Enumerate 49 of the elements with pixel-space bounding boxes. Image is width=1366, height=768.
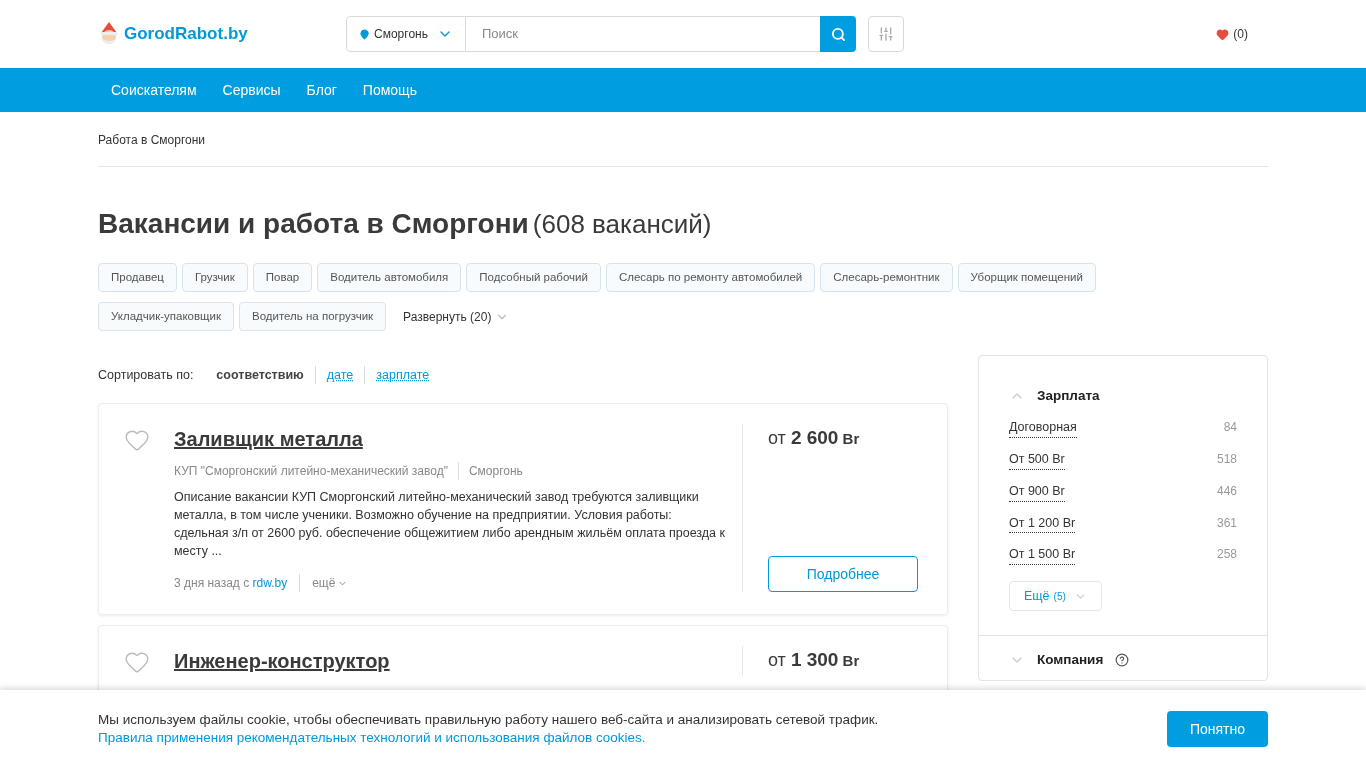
salary: от 1 300 Br [768, 648, 861, 672]
tag-chip[interactable]: Водитель на погрузчик [239, 302, 387, 331]
filter-header[interactable]: Компания [1009, 650, 1130, 671]
tag-chip[interactable]: Уборщик помещений [957, 263, 1096, 292]
more-button[interactable]: ещё [300, 574, 349, 592]
filters-button[interactable] [868, 16, 904, 52]
vacancy-title[interactable]: Инженер-конструктор [174, 650, 390, 672]
search-button[interactable] [820, 16, 856, 52]
expand-button[interactable]: Развернуть (20) [391, 302, 522, 331]
filter-count: 258 [1216, 546, 1237, 564]
vacancy-count: (608 вакансий) [532, 208, 712, 241]
filter-count: 361 [1216, 514, 1237, 532]
company-name[interactable]: КУП "Сморгонский литейно-механический завод" [174, 462, 459, 480]
filter-option[interactable]: От 1 500 Br [1009, 545, 1076, 565]
tag-chip[interactable]: Подсобный рабочий [466, 263, 601, 292]
vacancy-city: Сморгонь [467, 463, 523, 480]
cookie-text: Мы используем файлы cookie, чтобы обеспечивать правильную работу нашего веб-сайта и анализировать сетевой трафик. [98, 711, 879, 729]
tag-chip[interactable]: Грузчик [181, 263, 248, 292]
help-icon[interactable] [1115, 653, 1130, 668]
page-title: Вакансии и работа в Сморгони [98, 207, 529, 241]
filter-option[interactable]: От 1 200 Br [1009, 513, 1076, 534]
filter-option[interactable]: От 900 Br [1009, 481, 1065, 502]
tag-chip[interactable]: Продавец [98, 263, 177, 292]
filter-option[interactable]: Договорная [1009, 418, 1077, 438]
sliders-icon [878, 26, 894, 42]
filter-header[interactable]: Зарплата [1009, 386, 1100, 407]
tag-chip[interactable]: Повар [252, 263, 313, 292]
salary: от 2 600 Br [768, 426, 861, 450]
filter-option[interactable]: От 500 Br [1009, 450, 1065, 470]
filter-count: 446 [1216, 482, 1237, 500]
breadcrumb[interactable]: Работа в Сморгони [98, 133, 206, 147]
tag-chip[interactable]: Слесарь по ремонту автомобилей [605, 263, 816, 292]
search-icon [830, 26, 846, 42]
filter-count: 518 [1216, 451, 1237, 468]
santa-logo-icon [98, 21, 120, 47]
tag-chip[interactable]: Водитель автомобиля [317, 263, 462, 292]
tag-chip[interactable]: Укладчик-упаковщик [98, 302, 234, 331]
city-select[interactable]: Сморгонь [346, 16, 466, 52]
posted-info: 3 дня назад с rdw.by [174, 574, 301, 592]
filter-count: 84 [1223, 419, 1237, 437]
sort-option[interactable]: соответствию [205, 365, 315, 385]
sort-label: Сортировать по: [98, 366, 194, 384]
location-pin-icon [359, 28, 370, 40]
vacancy-title[interactable]: Заливщик металла [174, 428, 363, 450]
heart-icon[interactable] [1216, 27, 1230, 41]
vacancy-description: Описание вакансии КУП Сморгонский литейно-механический завод требуются заливщики металла, в том числе ученики. Возможно обучение на предприятии. Условия работы: сдельная з/п от 2600 руб. обеспечение общежитием либо арендным жильём оплата проезда к месту ... [174, 489, 726, 560]
tag-chip[interactable]: Слесарь-ремонтник [820, 263, 953, 292]
favorites-count[interactable]: (0) [1233, 25, 1248, 43]
search-field[interactable]: Поиск [466, 16, 820, 52]
